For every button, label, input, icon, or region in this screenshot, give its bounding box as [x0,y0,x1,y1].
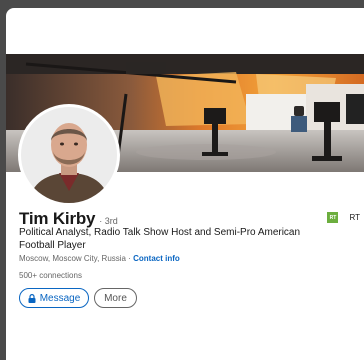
company-name: RT [349,213,360,222]
more-button[interactable]: More [94,288,137,308]
message-button-label: Message [39,292,81,304]
contact-info-link[interactable]: Contact info [133,254,180,263]
more-button-label: More [104,292,127,304]
company-logo: RT [327,212,339,223]
profile-actions: Message More [19,288,137,308]
avatar [21,107,117,203]
connection-degree: · 3rd [99,216,118,226]
profile-headline: Political Analyst, Radio Talk Show Host … [19,227,301,251]
profile-photo[interactable] [18,104,120,206]
location-line: Moscow, Moscow City, Russia · Contact in… [19,254,180,263]
current-company[interactable]: RT RT [327,212,360,223]
profile-card: Tim Kirby · 3rd RT RT Political Analyst,… [6,8,364,360]
lock-icon [28,293,36,303]
location-text: Moscow, Moscow City, Russia [19,254,126,263]
message-button[interactable]: Message [19,288,89,308]
connections-count[interactable]: 500+ connections [19,271,82,280]
